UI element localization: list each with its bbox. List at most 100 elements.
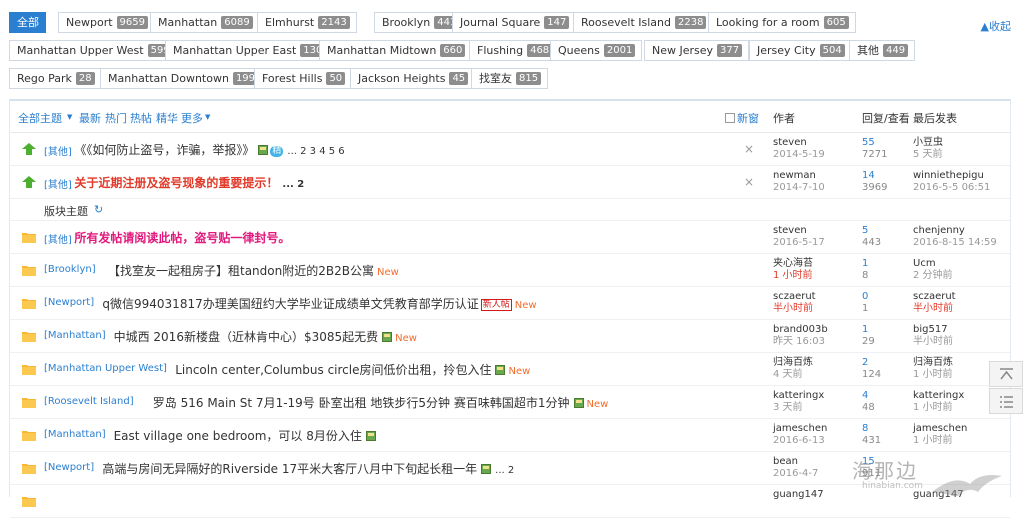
thread-row[interactable]: [Manhattan] 中城西 2016新楼盘（近林肯中心）$3085起无费 New… [10, 320, 1010, 353]
thread-category-link[interactable]: [Brooklyn] [44, 264, 96, 275]
reply-count[interactable]: 8 [862, 423, 881, 435]
page-links[interactable]: ... 2 3 4 5 6 [287, 146, 344, 157]
author-name[interactable]: katteringx [773, 390, 824, 402]
last-poster[interactable]: 归海百炼 [913, 357, 953, 369]
reply-count[interactable]: 4 [862, 390, 875, 402]
thread-title[interactable]: 中城西 2016新楼盘（近林肯中心）$3085起无费 New [114, 328, 417, 345]
filter-latest[interactable]: 最新 [79, 110, 101, 126]
last-post-time[interactable]: 半小时前 [913, 336, 953, 348]
tag-filter-item[interactable]: Jersey City 504 [749, 40, 852, 61]
thread-title[interactable]: Lincoln center,Columbus circle房间低价出租，拎包入… [175, 361, 530, 378]
thread-category-link[interactable]: [Roosevelt Island] [44, 396, 134, 407]
filter-all-topics[interactable]: 全部主题 [18, 110, 62, 126]
thread-title[interactable]: 罗岛 516 Main St 7月1-19号 卧室出租 地铁步行5分钟 赛百味韩… [153, 394, 609, 411]
reply-count[interactable]: 0 [862, 291, 868, 303]
thread-category-link[interactable]: [Newport] [44, 297, 94, 308]
last-post-time[interactable]: 2 分钟前 [913, 270, 953, 282]
last-poster[interactable]: katteringx [913, 390, 964, 402]
back-to-top-button[interactable] [989, 361, 1023, 387]
filter-more[interactable]: 更多 [181, 110, 203, 126]
thread-category-link[interactable]: [Manhattan] [44, 429, 106, 440]
tag-filter-item[interactable]: Flushing 468 [469, 40, 560, 61]
thread-title[interactable]: 关于近期注册及盗号现象的重要提示！ ... 2 [74, 174, 304, 191]
author-name[interactable]: guang147 [773, 489, 824, 501]
thread-title-text[interactable]: 【找室友一起租房子】租tandon附近的2B2B公寓 [108, 264, 374, 278]
reply-count[interactable]: 1 [862, 258, 868, 270]
tag-filter-item[interactable]: New Jersey 377 [644, 40, 750, 61]
author-name[interactable]: brand003b [773, 324, 828, 336]
thread-row[interactable]: [Newport] q微信994031817办理美国纽约大学毕业证成绩单文凭教育部… [10, 287, 1010, 320]
tag-filter-item[interactable]: Looking for a room 605 [708, 12, 856, 33]
thread-title[interactable]: 所有发帖请阅读此帖，盗号贴一律封号。 [74, 229, 290, 246]
filter-digest[interactable]: 精华 [156, 110, 178, 126]
thread-title-text[interactable]: 《《如何防止盗号，诈骗，举报》》 [74, 143, 254, 157]
reply-count[interactable]: 14 [862, 170, 887, 182]
tag-filter-item[interactable]: 其他 449 [849, 40, 916, 61]
tag-filter-item[interactable]: 找室友 815 [471, 68, 549, 89]
reply-count[interactable]: 2 [862, 357, 881, 369]
close-icon[interactable]: × [744, 175, 754, 189]
thread-category-link[interactable]: [其他] [44, 231, 72, 246]
reply-count[interactable]: 55 [862, 137, 887, 149]
tag-filter-item[interactable]: Journal Square 147 [452, 12, 577, 33]
thread-row[interactable]: [其他] 所有发帖请阅读此帖，盗号贴一律封号。 steven 2016-5-17 5 44… [10, 221, 1010, 254]
thread-title-text[interactable]: q微信994031817办理美国纽约大学毕业证成绩单文凭教育部学历认证 [102, 297, 478, 311]
filter-hot-posts[interactable]: 热帖 [130, 110, 152, 126]
tag-filter-item[interactable]: Manhattan Downtown 199 [100, 68, 266, 89]
author-name[interactable]: jameschen [773, 423, 827, 435]
author-name[interactable]: steven [773, 225, 825, 237]
thread-row[interactable]: [Manhattan] East village one bedroom，可以 8… [10, 419, 1010, 452]
thread-title-text[interactable]: 关于近期注册及盗号现象的重要提示！ [74, 176, 278, 190]
last-post-time[interactable]: 1 小时前 [913, 402, 964, 414]
thread-title-text[interactable]: Lincoln center,Columbus circle房间低价出租，拎包入… [175, 363, 491, 377]
new-window-toggle[interactable]: 新窗 [725, 110, 759, 126]
last-poster[interactable]: jameschen [913, 423, 967, 435]
thread-row[interactable]: [其他] 关于近期注册及盗号现象的重要提示！ ... 2 × newman 2014-7-… [10, 166, 1010, 199]
last-post-time[interactable]: 1 小时前 [913, 435, 967, 447]
thread-row[interactable]: [Roosevelt Island] 罗岛 516 Main St 7月1-19号… [10, 386, 1010, 419]
last-post-time[interactable]: 5 天前 [913, 149, 943, 161]
last-post-time[interactable]: 2016-5-5 06:51 [913, 182, 990, 194]
thread-title-text[interactable]: 中城西 2016新楼盘（近林肯中心）$3085起无费 [114, 330, 379, 344]
tag-filter-item[interactable]: Queens 2001 [550, 40, 643, 61]
tag-filter-item[interactable]: Forest Hills 50 [254, 68, 353, 89]
author-name[interactable]: sczaerut [773, 291, 816, 303]
author-name[interactable]: 夹心海苔 [773, 258, 813, 270]
tag-filter-item[interactable]: Elmhurst 2143 [257, 12, 357, 33]
last-post-time[interactable]: 2016-8-15 14:59 [913, 237, 997, 249]
thread-title[interactable]: 【找室友一起租房子】租tandon附近的2B2B公寓 New [108, 262, 399, 279]
tag-filter-item[interactable]: Manhattan Midtown 660 [319, 40, 473, 61]
thread-category-link[interactable]: [Manhattan Upper West] [44, 363, 167, 374]
thread-row[interactable]: [Brooklyn] 【找室友一起租房子】租tandon附近的2B2B公寓 New 夹… [10, 254, 1010, 287]
thread-title[interactable]: 《《如何防止盗号，诈骗，举报》》 精... 2 3 4 5 6 [74, 141, 345, 158]
thread-title-text[interactable]: East village one bedroom，可以 8月份入住 [114, 429, 362, 443]
last-post-time[interactable]: 半小时前 [913, 303, 956, 315]
thread-title[interactable]: East village one bedroom，可以 8月份入住 [114, 427, 376, 444]
tag-filter-item[interactable]: Manhattan Upper West 599 [9, 40, 180, 61]
thread-category-link[interactable]: [其他] [44, 143, 72, 158]
tag-filter-item[interactable]: 全部 [9, 12, 46, 33]
tag-filter-item[interactable]: Manhattan 6089 [150, 12, 260, 33]
collapse-link[interactable]: ▲收起 [981, 18, 1011, 34]
thread-category-link[interactable]: [Manhattan] [44, 330, 106, 341]
last-poster[interactable]: winniethepigu [913, 170, 990, 182]
reply-count[interactable]: 5 [862, 225, 881, 237]
last-poster[interactable]: 小豆虫 [913, 137, 943, 149]
thread-title-text[interactable]: 所有发帖请阅读此帖，盗号贴一律封号。 [74, 231, 290, 245]
thread-row[interactable]: guang147 guang147 [10, 485, 1010, 518]
thread-title[interactable]: 高端与房间无异隔好的Riverside 17平米大客厅八月中下旬起长租一年...… [102, 460, 514, 477]
thread-category-link[interactable]: [Newport] [44, 462, 94, 473]
tag-filter-item[interactable]: Jackson Heights 45 [350, 68, 476, 89]
last-poster[interactable]: big517 [913, 324, 953, 336]
thread-title-text[interactable]: 罗岛 516 Main St 7月1-19号 卧室出租 地铁步行5分钟 赛百味韩… [153, 396, 570, 410]
author-name[interactable]: newman [773, 170, 825, 182]
thread-title-text[interactable]: 高端与房间无异隔好的Riverside 17平米大客厅八月中下旬起长租一年 [102, 462, 477, 476]
reply-count[interactable]: 1 [862, 324, 875, 336]
last-poster[interactable]: sczaerut [913, 291, 956, 303]
thread-category-link[interactable]: [其他] [44, 176, 72, 191]
tag-filter-item[interactable]: Newport 9659 [58, 12, 155, 33]
thread-row[interactable]: [Manhattan Upper West] Lincoln center,Col… [10, 353, 1010, 386]
thread-title[interactable]: q微信994031817办理美国纽约大学毕业证成绩单文凭教育部学历认证 新人帖 Ne… [102, 295, 537, 312]
tag-filter-item[interactable]: Rego Park 28 [9, 68, 102, 89]
filter-hot[interactable]: 热门 [105, 110, 127, 126]
